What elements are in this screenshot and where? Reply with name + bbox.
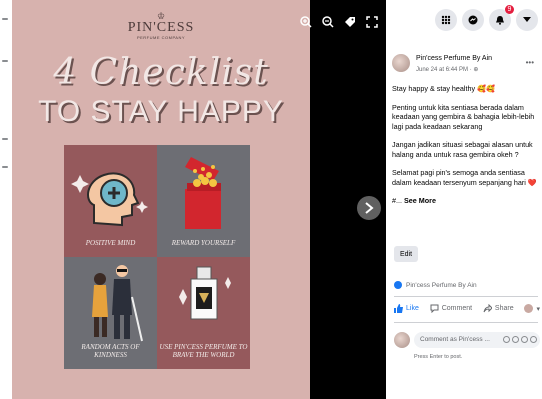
comment-composer: Comment as Pin'cess ...: [394, 332, 540, 350]
comment-tools: [503, 336, 537, 343]
post-author-header: Pin'cess Perfume By Ain June 24 at 6:44 …: [392, 54, 540, 80]
sliver-marker: [2, 60, 8, 62]
zoom-in-icon[interactable]: [298, 14, 314, 30]
tile-caption: Positive Mind: [85, 239, 136, 247]
next-photo-button[interactable]: [357, 196, 381, 220]
sliver-marker: [2, 166, 8, 168]
share-button[interactable]: Share: [483, 304, 514, 313]
camera-icon[interactable]: [512, 336, 519, 343]
notification-count-badge: 9: [505, 5, 514, 14]
checklist-tile-kindness: Random Acts of Kindness: [64, 257, 157, 369]
bell-icon: [496, 16, 504, 25]
caret-down-icon: ▾: [536, 305, 540, 313]
emoji-icon[interactable]: [503, 336, 510, 343]
menu-grid-button[interactable]: [435, 9, 457, 31]
thumbs-up-icon: [394, 304, 403, 313]
account-menu-button[interactable]: [516, 9, 538, 31]
tile-caption: Use Pin'cess Perfume to Brave the World: [159, 343, 248, 359]
public-globe-icon: ⊕: [473, 67, 479, 73]
caption-paragraph: Selamat pagi pin's semoga anda sentiasa …: [392, 168, 537, 187]
edit-button[interactable]: Edit: [394, 246, 418, 262]
sliver-marker: [2, 18, 8, 20]
post-as-selector[interactable]: ▾: [524, 304, 540, 313]
brand-logo: ♔ PIN'CESS PERFUME COMPANY: [12, 12, 310, 41]
messenger-button[interactable]: [462, 9, 484, 31]
avatar[interactable]: [394, 332, 410, 348]
post-actions: Like Comment Share ▾: [394, 304, 540, 313]
chevron-right-icon: [365, 202, 374, 214]
author-name-link[interactable]: Pin'cess Perfume By Ain: [416, 55, 492, 62]
comment-placeholder: Comment as Pin'cess ...: [420, 336, 490, 343]
grid-icon: [441, 15, 451, 25]
post-timestamp[interactable]: June 24 at 6:44 PM · ⊕: [416, 66, 478, 73]
caret-down-icon: [523, 17, 531, 22]
like-label: Like: [406, 305, 419, 312]
tile-caption: Random Acts of Kindness: [81, 343, 140, 359]
top-bar: 9: [386, 0, 542, 40]
comment-icon: [430, 304, 439, 313]
divider: [394, 322, 538, 323]
caption-paragraph: Penting untuk kita sentiasa berada dalam…: [392, 102, 535, 131]
comment-hint: Press Enter to post.: [414, 354, 463, 360]
messenger-icon: [468, 15, 478, 25]
share-icon: [483, 304, 492, 313]
post-time: June 24 at 6:44 PM ·: [416, 67, 474, 73]
viewer-controls: [298, 14, 380, 30]
checklist-tile-perfume: Use Pin'cess Perfume to Brave the World: [157, 257, 250, 369]
poster-subheadline: TO STAY HAPPY: [38, 95, 284, 128]
facebook-photo-theater: ♔ PIN'CESS PERFUME COMPANY 4 Checklist T…: [0, 0, 542, 399]
avatar[interactable]: [392, 54, 410, 72]
like-button[interactable]: Like: [394, 304, 419, 313]
checklist-tile-reward-yourself: Reward Yourself: [157, 145, 250, 257]
comment-button[interactable]: Comment: [430, 304, 472, 313]
avatar: [524, 304, 534, 313]
like-reaction-icon: [394, 281, 402, 289]
zoom-out-icon[interactable]: [320, 14, 336, 30]
brand-tagline: PERFUME COMPANY: [136, 35, 186, 40]
caption-hashtag-truncated: #...: [392, 196, 404, 205]
brand-name: PIN'CESS: [127, 20, 195, 35]
comment-input[interactable]: Comment as Pin'cess ...: [414, 332, 540, 348]
post-photo[interactable]: ♔ PIN'CESS PERFUME COMPANY 4 Checklist T…: [12, 0, 310, 399]
background-page-sliver: [0, 0, 12, 399]
photo-viewer: ♔ PIN'CESS PERFUME COMPANY 4 Checklist T…: [12, 0, 386, 399]
reactor-name: Pin'cess Perfume By Ain: [406, 281, 477, 289]
post-caption: Stay happy & stay healthy 🥰🥰 Penting unt…: [392, 84, 542, 215]
more-options-icon[interactable]: •••: [526, 58, 534, 67]
gif-icon[interactable]: [521, 336, 528, 343]
post-details-panel: 9 Pin'cess Perfume By Ain June 24 at 6:4…: [386, 0, 542, 399]
share-label: Share: [494, 305, 514, 312]
sliver-marker: [2, 138, 8, 140]
caption-paragraph: Jangan jadikan situasi sebagai alasan un…: [392, 140, 533, 159]
tag-icon[interactable]: [342, 14, 358, 30]
notifications-button[interactable]: 9: [489, 5, 514, 31]
divider: [394, 296, 538, 297]
poster-headline: 4 Checklist: [53, 52, 269, 93]
sticker-icon[interactable]: [530, 336, 537, 343]
comment-label: Comment: [441, 305, 473, 312]
see-more-link[interactable]: See More: [404, 196, 436, 205]
fullscreen-icon[interactable]: [364, 14, 380, 30]
reactions-summary[interactable]: Pin'cess Perfume By Ain: [394, 281, 477, 289]
checklist-tile-positive-mind: Positive Mind: [64, 145, 157, 257]
caption-line: Stay happy & stay healthy 🥰🥰: [392, 84, 496, 93]
tile-caption: Reward Yourself: [171, 239, 236, 247]
